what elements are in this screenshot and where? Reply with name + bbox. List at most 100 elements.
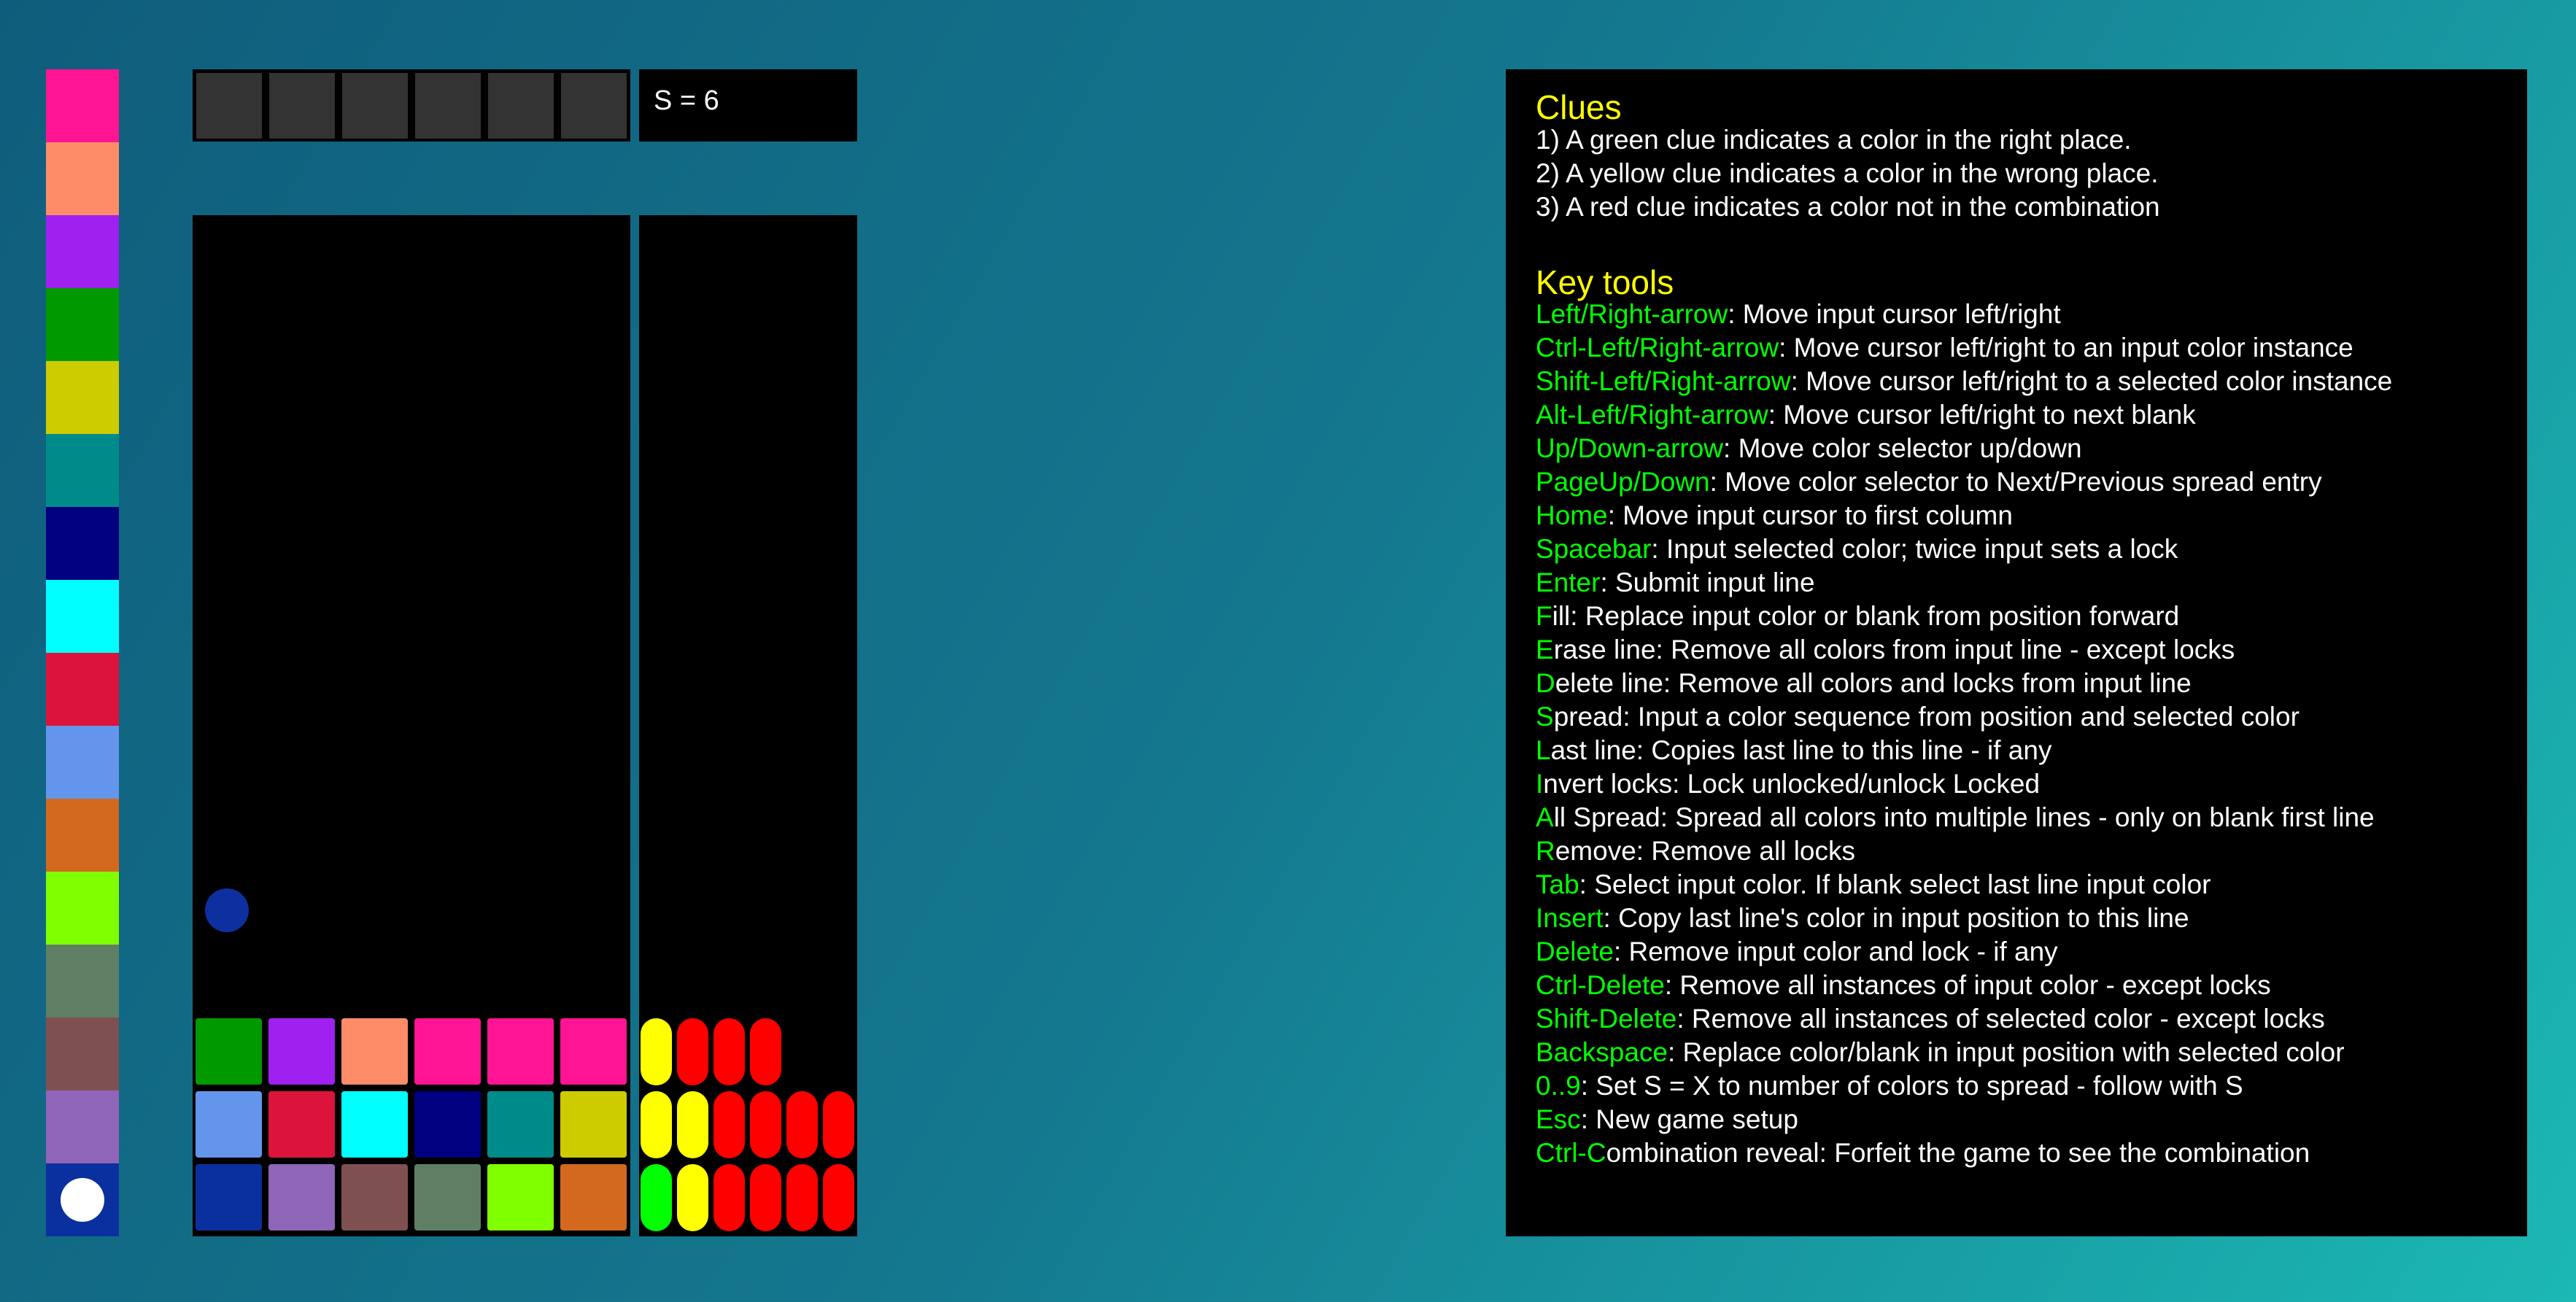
key-tool-description: ombination reveal: Forfeit the game to s… [1606, 1138, 2310, 1168]
key-tool-description: emove: Remove all locks [1555, 836, 1855, 866]
key-tool-line: Spacebar: Input selected color; twice in… [1536, 534, 2178, 565]
key-tool-line: Delete line: Remove all colors and locks… [1536, 668, 2192, 699]
key-tool-description: rase line: Remove all colors from input … [1553, 635, 2235, 664]
key-tool-key: A [1536, 802, 1554, 832]
guess-peg[interactable] [268, 1091, 335, 1158]
guess-peg[interactable] [487, 1091, 554, 1158]
palette-swatch[interactable] [46, 69, 119, 142]
key-tool-line: Home: Move input cursor to first column [1536, 500, 2013, 531]
key-tool-line: Last line: Copies last line to this line… [1536, 735, 2051, 766]
red-clue-peg [713, 1164, 745, 1231]
palette-swatch[interactable] [46, 507, 119, 580]
guess-peg[interactable] [196, 1091, 262, 1158]
key-tool-description: : Select input color. If blank select la… [1579, 869, 2211, 899]
spread-count-label: S = 6 [654, 85, 719, 116]
red-clue-peg [823, 1091, 854, 1158]
key-tool-description: elete line: Remove all colors and locks … [1555, 668, 2192, 698]
key-tool-key: Home [1536, 500, 1608, 530]
key-tool-key: Backspace [1536, 1037, 1668, 1067]
guess-peg[interactable] [341, 1018, 408, 1085]
red-clue-peg [823, 1164, 854, 1231]
palette-swatch[interactable] [46, 653, 119, 726]
key-tool-description: : Copy last line's color in input positi… [1603, 903, 2189, 933]
guess-peg[interactable] [560, 1018, 627, 1085]
key-tool-line: Invert locks: Lock unlocked/unlock Locke… [1536, 769, 2040, 799]
input-slot[interactable] [488, 73, 554, 139]
key-tool-key: R [1536, 836, 1555, 866]
key-tool-key: Shift-Left/Right-arrow [1536, 366, 1791, 396]
key-tool-key: Left/Right-arrow [1536, 299, 1728, 329]
palette-swatch[interactable] [46, 142, 119, 215]
key-tool-key: Ctrl-C [1536, 1138, 1606, 1168]
guess-peg[interactable] [560, 1164, 627, 1231]
key-tool-description: : Move input cursor to first column [1607, 500, 2013, 530]
red-clue-peg [750, 1018, 781, 1085]
key-tool-description: : Submit input line [1600, 567, 1815, 597]
key-tool-line: Tab: Select input color. If blank select… [1536, 869, 2211, 900]
guess-peg[interactable] [268, 1018, 335, 1085]
key-tool-key: Insert [1536, 903, 1604, 933]
key-tool-line: Esc: New game setup [1536, 1104, 1798, 1135]
guess-peg[interactable] [414, 1164, 481, 1231]
yellow-clue-peg [641, 1018, 672, 1085]
input-slot[interactable] [196, 73, 262, 139]
guess-peg[interactable] [196, 1018, 262, 1085]
clue-rule-line: 2) A yellow clue indicates a color in th… [1536, 158, 2159, 188]
palette-swatch[interactable] [46, 872, 119, 945]
key-tool-line: Ctrl-Left/Right-arrow: Move cursor left/… [1536, 333, 2353, 363]
palette-swatch[interactable] [46, 215, 119, 288]
yellow-clue-peg [641, 1091, 672, 1158]
key-tool-key: L [1536, 735, 1551, 765]
palette-swatch[interactable] [46, 1163, 119, 1236]
palette-swatch[interactable] [46, 434, 119, 507]
key-tool-key: F [1536, 601, 1552, 631]
input-slot[interactable] [342, 73, 408, 139]
guess-peg[interactable] [341, 1091, 408, 1158]
guess-peg[interactable] [487, 1018, 554, 1085]
guess-peg[interactable] [196, 1164, 262, 1231]
key-tool-line: Backspace: Replace color/blank in input … [1536, 1037, 2345, 1068]
key-tool-line: Erase line: Remove all colors from input… [1536, 635, 2235, 665]
clue-rule-line: 1) A green clue indicates a color in the… [1536, 125, 2132, 155]
key-tool-description: : Remove all instances of input color - … [1664, 970, 2271, 1000]
guess-peg[interactable] [414, 1091, 481, 1158]
guess-peg[interactable] [560, 1091, 627, 1158]
key-tools-heading: Key tools [1536, 263, 1674, 301]
key-tool-line: Insert: Copy last line's color in input … [1536, 903, 2189, 934]
input-slot[interactable] [269, 73, 335, 139]
key-tool-description: ll Spread: Spread all colors into multip… [1553, 802, 2375, 832]
palette-swatch[interactable] [46, 1090, 119, 1163]
guess-peg[interactable] [341, 1164, 408, 1231]
key-tool-key: Spacebar [1536, 534, 1652, 564]
palette-swatch[interactable] [46, 288, 119, 361]
key-tool-line: All Spread: Spread all colors into multi… [1536, 802, 2375, 833]
red-clue-peg [750, 1164, 781, 1231]
key-tool-line: Ctrl-Delete: Remove all instances of inp… [1536, 970, 2271, 1001]
clue-rule-line: 3) A red clue indicates a color not in t… [1536, 192, 2160, 222]
key-tool-line: Up/Down-arrow: Move color selector up/do… [1536, 433, 2082, 464]
key-tool-description: : Move cursor left/right to an input col… [1779, 333, 2353, 363]
palette-swatch[interactable] [46, 726, 119, 799]
key-tool-line: Fill: Replace input color or blank from … [1536, 601, 2179, 632]
palette-swatch[interactable] [46, 580, 119, 653]
palette-swatch[interactable] [46, 1018, 119, 1090]
key-tool-line: Shift-Delete: Remove all instances of se… [1536, 1004, 2325, 1034]
palette-swatch[interactable] [46, 799, 119, 872]
palette-swatch[interactable] [46, 945, 119, 1018]
yellow-clue-peg [677, 1091, 708, 1158]
key-tool-key: Tab [1536, 869, 1579, 899]
yellow-clue-peg [677, 1164, 708, 1231]
guess-peg[interactable] [414, 1018, 481, 1085]
green-clue-peg [641, 1164, 672, 1231]
color-palette [46, 69, 119, 1236]
spread-count-display[interactable]: S = 6 [639, 69, 857, 142]
key-tool-description: ill: Replace input color or blank from p… [1552, 601, 2180, 631]
red-clue-peg [786, 1091, 818, 1158]
guess-peg[interactable] [268, 1164, 335, 1231]
key-tool-line: Alt-Left/Right-arrow: Move cursor left/r… [1536, 400, 2196, 430]
key-tool-description: nvert locks: Lock unlocked/unlock Locked [1543, 769, 2041, 799]
input-slot[interactable] [415, 73, 481, 139]
guess-peg[interactable] [487, 1164, 554, 1231]
input-slot[interactable] [561, 73, 627, 139]
palette-swatch[interactable] [46, 361, 119, 434]
